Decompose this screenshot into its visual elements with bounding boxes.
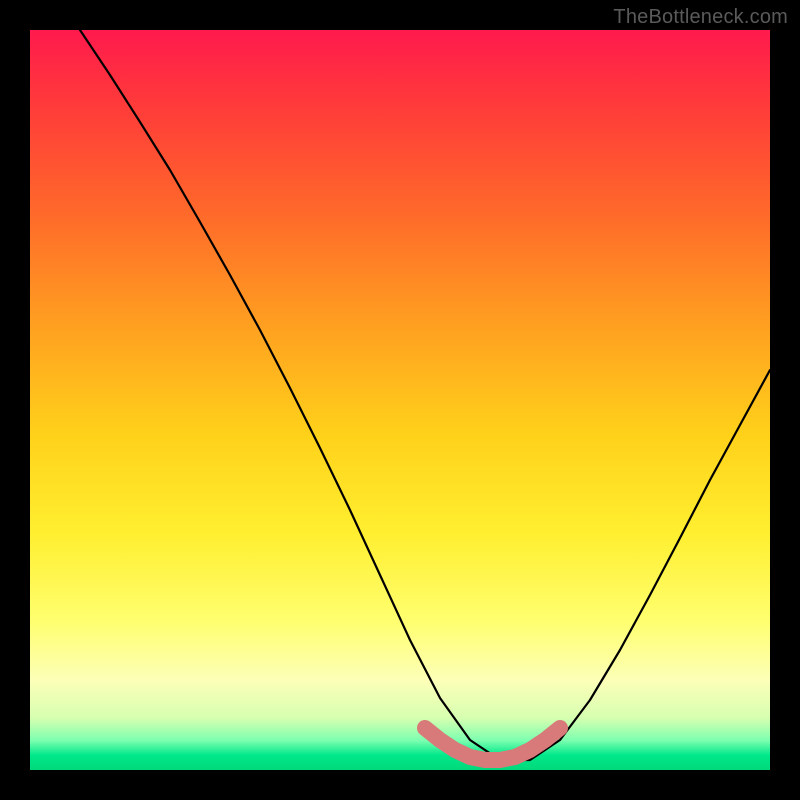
plot-area: [30, 30, 770, 770]
watermark-text: TheBottleneck.com: [613, 6, 788, 29]
chart-svg: [30, 30, 770, 770]
curve-line: [80, 30, 770, 760]
highlight-segment: [425, 728, 560, 760]
chart-frame: TheBottleneck.com: [0, 0, 800, 800]
